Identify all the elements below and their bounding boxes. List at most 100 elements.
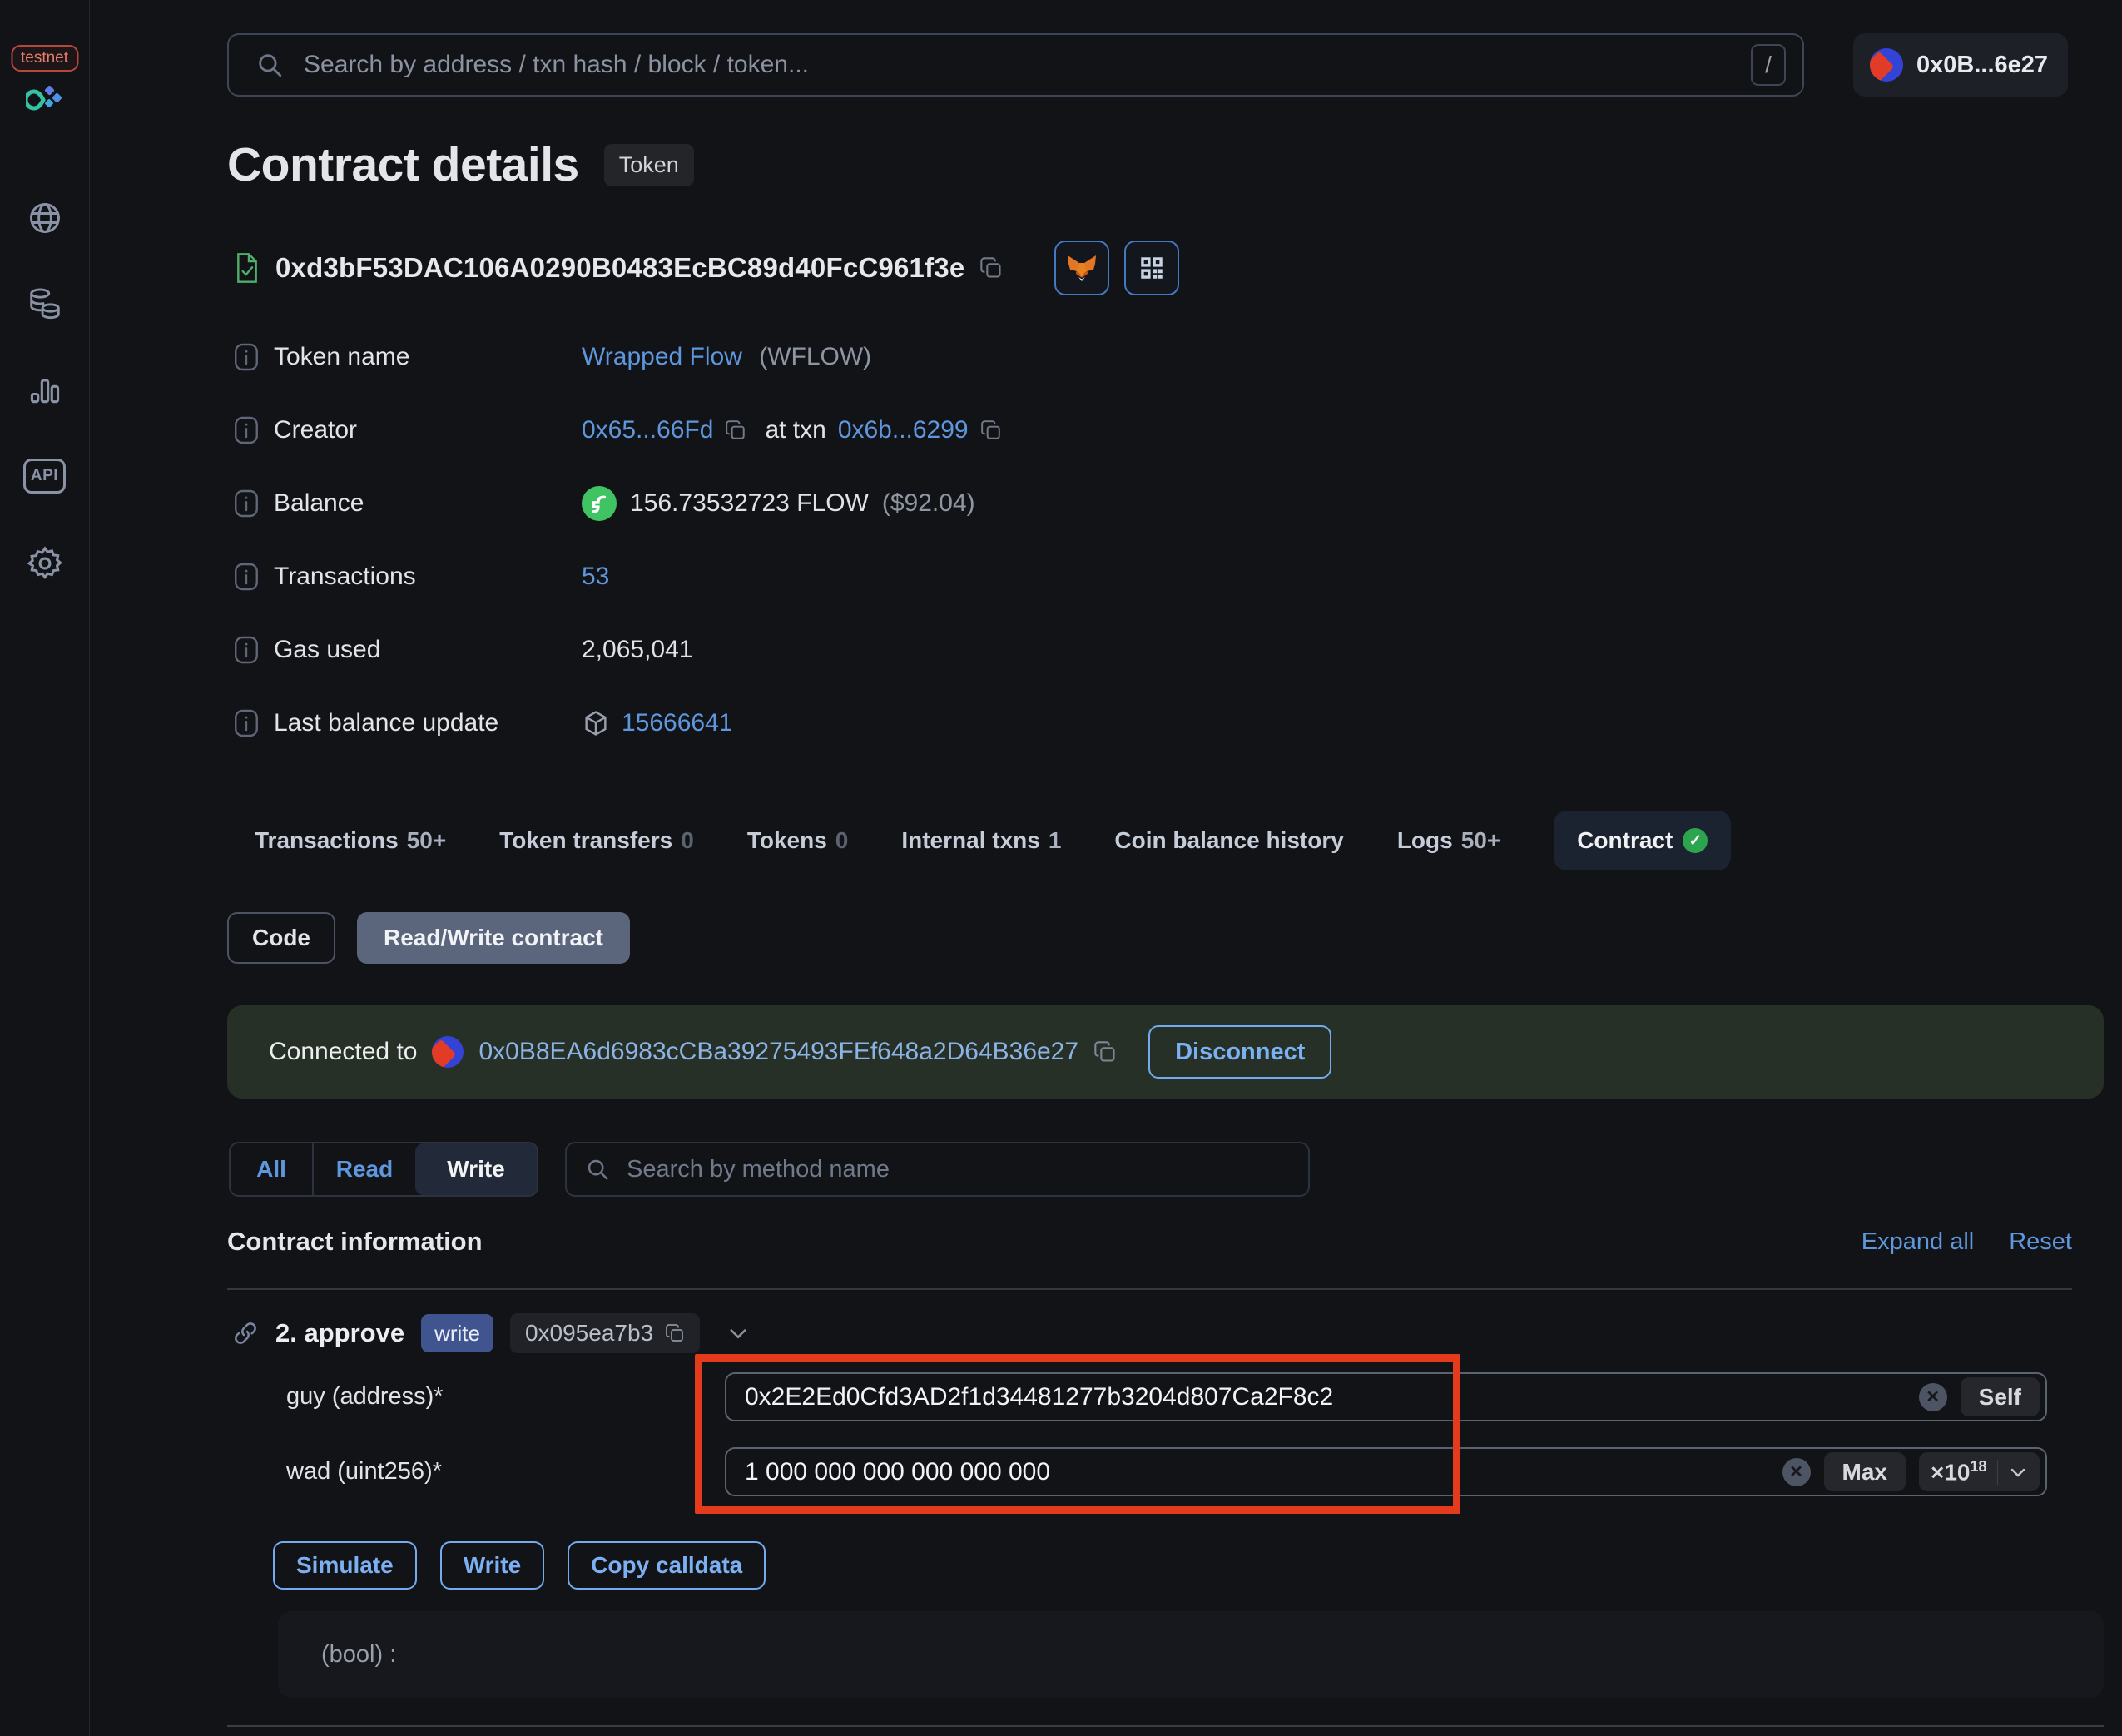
info-icon[interactable] [234, 562, 259, 592]
info-label: Transactions [274, 563, 416, 590]
qr-code-button[interactable] [1124, 241, 1180, 295]
connected-wallet-address[interactable]: 0x0B8EA6d6983cCBa39275493FEf648a2D64B36e… [478, 1038, 1078, 1066]
info-row-gas-used: Gas used 2,065,041 [227, 630, 692, 670]
tokens-icon [29, 288, 60, 320]
tab-count: 0 [681, 827, 694, 853]
read-write-filter: All Read Write [229, 1142, 538, 1197]
page-title: Contract details [227, 138, 579, 191]
info-icon[interactable] [234, 635, 259, 665]
tab-contract[interactable]: Contract ✓ [1554, 811, 1732, 870]
multiplier-dropdown[interactable]: ×1018 [1918, 1452, 2040, 1491]
search-icon [259, 54, 282, 77]
copy-selector-icon[interactable] [665, 1323, 685, 1343]
disconnect-button[interactable]: Disconnect [1148, 1025, 1332, 1079]
contract-details-page: testnet API Search by address / txn hash… [0, 0, 2122, 1736]
method-approve-header: 2. approve write 0x095ea7b3 [227, 1308, 750, 1358]
copy-creator-icon[interactable] [725, 419, 746, 441]
write-button[interactable]: Write [439, 1541, 545, 1590]
search-input[interactable] [302, 50, 1733, 80]
method-name[interactable]: 2. approve [275, 1318, 404, 1348]
balance-amount: 156.73532723 FLOW [630, 489, 869, 517]
method-search-input[interactable] [625, 1154, 1290, 1184]
token-name-link[interactable]: Wrapped Flow [582, 343, 742, 370]
account-button[interactable]: 0x0B...6e27 [1853, 33, 2068, 97]
info-label: Token name [274, 343, 410, 370]
clear-input-icon[interactable]: ✕ [1918, 1382, 1947, 1411]
add-to-metamask-button[interactable] [1054, 241, 1110, 295]
tab-token-transfers[interactable]: Token transfers 0 [499, 827, 694, 854]
sidebar-item-api[interactable]: API [22, 454, 67, 498]
expand-all-link[interactable]: Expand all [1862, 1228, 1974, 1256]
info-row-transactions: Transactions 53 [227, 557, 609, 597]
link-anchor-icon[interactable] [232, 1320, 259, 1347]
copy-txn-icon[interactable] [980, 419, 1002, 441]
read-write-contract-tab-button[interactable]: Read/Write contract [357, 912, 630, 964]
code-tab-button[interactable]: Code [227, 912, 335, 964]
divider [1996, 1459, 1998, 1485]
copy-calldata-button[interactable]: Copy calldata [568, 1541, 766, 1590]
collapse-method-chevron[interactable] [726, 1322, 750, 1345]
info-row-creator: Creator 0x65...66Fd at txn 0x6b...6299 [227, 410, 1002, 450]
tab-count: 0 [835, 827, 849, 853]
sidebar-item-charts[interactable] [23, 368, 67, 411]
filter-write[interactable]: Write [415, 1143, 537, 1195]
sidebar-item-blockchain[interactable] [23, 196, 67, 240]
tab-count: 50+ [406, 827, 447, 853]
search-shortcut-hint: / [1751, 44, 1786, 86]
tab-logs[interactable]: Logs 50+ [1397, 827, 1500, 854]
tab-tokens[interactable]: Tokens 0 [747, 827, 849, 854]
output-type-label: (bool) : [321, 1640, 397, 1668]
info-row-balance: Balance 156.73532723 FLOW ($92.04) [227, 484, 975, 523]
info-row-last-balance-update: Last balance update 15666641 [227, 703, 732, 743]
param-input-guy: ✕ Self [725, 1372, 2047, 1421]
block-number-link[interactable]: 15666641 [622, 709, 732, 737]
info-row-token-name: Token name Wrapped Flow (WFLOW) [227, 337, 871, 377]
chevron-down-icon [2010, 1468, 2025, 1477]
creator-mid-text: at txn [765, 416, 826, 444]
method-action-buttons: Simulate Write Copy calldata [273, 1541, 766, 1590]
verified-check-icon: ✓ [1683, 828, 1708, 853]
copy-address-icon[interactable] [979, 256, 1003, 280]
info-label: Balance [274, 489, 364, 517]
contract-type-badge: Token [603, 143, 694, 186]
contract-address-row: 0xd3bF53DAC106A0290B0483EcBC89d40FcC961f… [227, 240, 1180, 296]
info-icon[interactable] [234, 708, 259, 738]
clear-input-icon[interactable]: ✕ [1782, 1457, 1811, 1486]
info-icon[interactable] [234, 489, 259, 518]
filter-all[interactable]: All [231, 1143, 312, 1195]
copy-connected-address-icon[interactable] [1093, 1040, 1117, 1064]
app-logo-icon[interactable] [23, 83, 64, 121]
section-title: Contract information [227, 1227, 483, 1256]
multiplier-exponent: 18 [1970, 1457, 1987, 1475]
tab-transactions[interactable]: Transactions 50+ [255, 827, 446, 854]
info-icon[interactable] [234, 342, 259, 372]
transactions-count-link[interactable]: 53 [582, 563, 609, 591]
method-output-panel: (bool) : [278, 1611, 2104, 1698]
balance-usd: ($92.04) [881, 489, 975, 517]
sidebar: testnet API [0, 0, 90, 1736]
account-address: 0x0B...6e27 [1916, 51, 2049, 78]
tab-internal-txns[interactable]: Internal txns 1 [901, 827, 1061, 854]
guy-address-field[interactable] [725, 1372, 2047, 1421]
network-badge: testnet [10, 45, 79, 72]
token-symbol: (WFLOW) [759, 343, 872, 370]
creator-address-link[interactable]: 0x65...66Fd [582, 416, 713, 444]
reset-link[interactable]: Reset [2009, 1228, 2072, 1256]
max-button[interactable]: Max [1823, 1452, 1906, 1491]
info-label: Gas used [274, 636, 381, 663]
tab-coin-balance-history[interactable]: Coin balance history [1114, 827, 1343, 854]
simulate-button[interactable]: Simulate [273, 1541, 417, 1590]
page-header: Contract details Token [227, 130, 694, 200]
sidebar-item-settings[interactable] [23, 542, 67, 585]
method-divider [227, 1725, 2104, 1727]
self-button[interactable]: Self [1960, 1377, 2040, 1416]
info-icon[interactable] [234, 415, 259, 445]
creation-txn-link[interactable]: 0x6b...6299 [838, 416, 969, 444]
search-icon [588, 1159, 608, 1180]
gas-used-value: 2,065,041 [582, 636, 693, 663]
tab-count: 1 [1048, 827, 1062, 853]
filter-read[interactable]: Read [312, 1143, 415, 1195]
account-avatar [1870, 48, 1903, 82]
sidebar-item-tokens[interactable] [23, 282, 67, 325]
method-write-badge: write [421, 1314, 493, 1352]
